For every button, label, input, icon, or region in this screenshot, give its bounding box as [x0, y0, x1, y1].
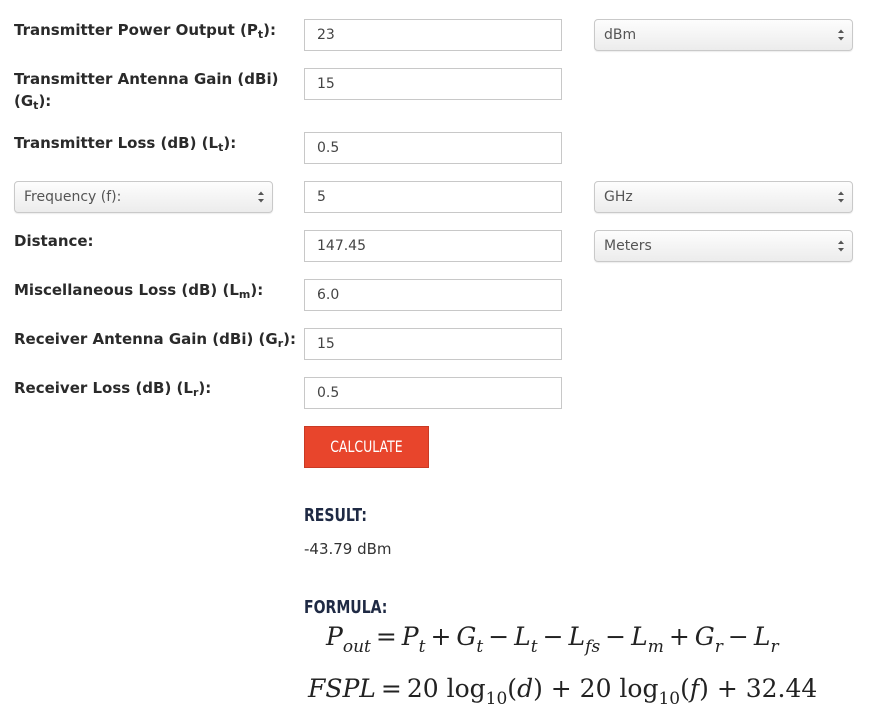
tx-loss-label: Transmitter Loss (dB) (Lt):: [14, 134, 237, 154]
tx-gain-input[interactable]: 15: [304, 68, 562, 100]
frequency-unit-value: GHz: [604, 189, 633, 205]
formula-pout: Pout = Pt + Gt − Lt − Lfs − Lm + Gr − Lr: [326, 622, 779, 657]
tx-power-input[interactable]: 23: [304, 19, 562, 51]
frequency-unit-select[interactable]: GHz: [594, 181, 853, 213]
misc-loss-input[interactable]: 6.0: [304, 279, 562, 311]
distance-label: Distance:: [14, 232, 94, 250]
calculate-button-label: CALCULATE: [330, 437, 403, 456]
distance-unit-select[interactable]: Meters: [594, 230, 853, 262]
select-arrows-icon: [838, 191, 844, 203]
distance-unit-value: Meters: [604, 238, 652, 254]
rx-gain-label: Receiver Antenna Gain (dBi) (Gr):: [14, 330, 297, 350]
distance-input[interactable]: 147.45: [304, 230, 562, 262]
tx-loss-input[interactable]: 0.5: [304, 132, 562, 164]
frequency-select[interactable]: Frequency (f):: [14, 181, 273, 213]
rx-loss-input[interactable]: 0.5: [304, 377, 562, 409]
select-arrows-icon: [258, 191, 264, 203]
tx-gain-label: Transmitter Antenna Gain (dBi) (Gt):: [14, 70, 279, 112]
calculate-button[interactable]: CALCULATE: [304, 426, 429, 468]
tx-power-label: Transmitter Power Output (Pt):: [14, 21, 276, 41]
rx-loss-label: Receiver Loss (dB) (Lr):: [14, 379, 212, 399]
power-unit-select[interactable]: dBm: [594, 19, 853, 51]
frequency-select-value: Frequency (f):: [24, 189, 122, 205]
rx-gain-input[interactable]: 15: [304, 328, 562, 360]
power-unit-value: dBm: [604, 27, 637, 43]
result-value: -43.79 dBm: [304, 540, 392, 558]
formula-fspl: FSPL = 20 log10(d) + 20 log10(f) + 32.44: [308, 674, 818, 709]
select-arrows-icon: [838, 240, 844, 252]
formula-heading: FORMULA:: [304, 597, 388, 618]
select-arrows-icon: [838, 29, 844, 41]
frequency-input[interactable]: 5: [304, 181, 562, 213]
result-heading: RESULT:: [304, 505, 367, 526]
misc-loss-label: Miscellaneous Loss (dB) (Lm):: [14, 281, 264, 301]
